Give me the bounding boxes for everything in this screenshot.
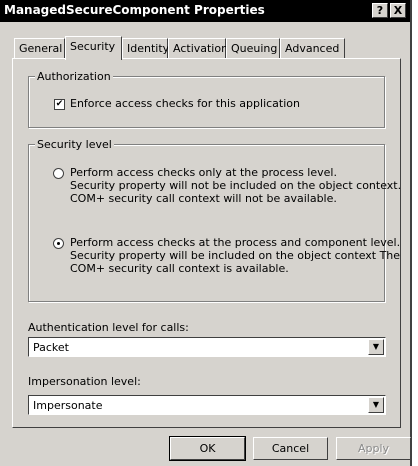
properties-dialog: ManagedSecureComponent Properties ? X Ge…	[0, 0, 412, 466]
impersonation-level-select[interactable]: Impersonate ▼	[28, 395, 386, 415]
impersonation-level-value: Impersonate	[33, 399, 103, 412]
ok-button[interactable]: OK	[169, 436, 246, 461]
component-level-line-3: COM+ security call context is available.	[70, 262, 289, 275]
component-level-line-2: Security property will be included on th…	[70, 249, 401, 262]
tab-security[interactable]: Security	[65, 36, 122, 60]
component-level-line-1: Perform access checks at the process and…	[70, 236, 401, 249]
authentication-level-label: Authentication level for calls:	[28, 321, 189, 334]
impersonation-level-label: Impersonation level:	[28, 375, 141, 388]
process-level-line-1: Perform access checks only at the proces…	[70, 166, 337, 179]
tab-identity[interactable]: Identity	[122, 38, 169, 58]
cancel-button[interactable]: Cancel	[253, 437, 328, 460]
enforce-access-label: Enforce access checks for this applicati…	[70, 97, 300, 110]
apply-button[interactable]: Apply	[336, 437, 411, 460]
chevron-down-icon[interactable]: ▼	[368, 339, 384, 355]
tab-general[interactable]: General	[14, 38, 65, 58]
authentication-level-select[interactable]: Packet ▼	[28, 337, 386, 357]
process-level-line-3: COM+ security call context will not be a…	[70, 192, 337, 205]
close-button[interactable]: X	[390, 3, 406, 18]
authorization-group: Authorization ✔ Enforce access checks fo…	[28, 70, 385, 128]
enforce-access-checkbox[interactable]: ✔	[54, 99, 65, 110]
tab-activation[interactable]: Activation	[168, 38, 228, 58]
security-level-legend: Security level	[35, 138, 114, 151]
component-level-radio[interactable]	[53, 238, 64, 249]
radio-selected-dot	[57, 242, 60, 245]
chevron-down-icon[interactable]: ▼	[368, 397, 384, 413]
process-level-line-2: Security property will not be included o…	[70, 179, 402, 192]
authentication-level-value: Packet	[33, 341, 69, 354]
tab-advanced[interactable]: Advanced	[280, 38, 345, 58]
help-button[interactable]: ?	[372, 3, 388, 18]
process-level-radio[interactable]	[53, 168, 64, 179]
tab-queuing[interactable]: Queuing	[226, 38, 280, 58]
security-level-group: Security level Perform access checks onl…	[28, 138, 401, 302]
authorization-legend: Authorization	[35, 70, 113, 83]
title-bar: ManagedSecureComponent Properties ? X	[0, 0, 410, 22]
security-tab-panel: Authorization ✔ Enforce access checks fo…	[12, 58, 401, 428]
window-title: ManagedSecureComponent Properties	[4, 3, 265, 17]
